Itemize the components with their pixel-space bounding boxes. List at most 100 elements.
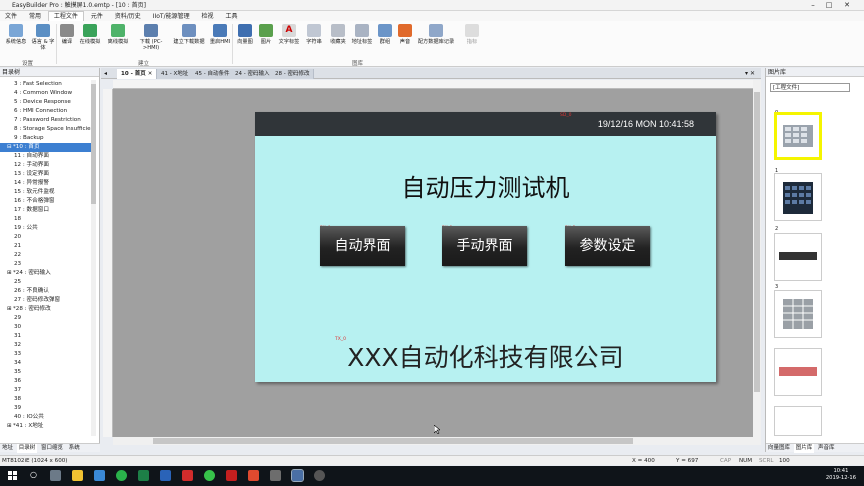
tree-item[interactable]: 18 <box>0 215 92 224</box>
tree-item[interactable]: 33 <box>0 350 92 359</box>
picture-thumb-dark-bar[interactable] <box>774 233 822 281</box>
tree-item[interactable]: 35 <box>0 368 92 377</box>
minimize-button[interactable]: – <box>806 0 820 11</box>
doc-tab-password-input[interactable]: 24 - 密码输入 <box>231 69 275 79</box>
compile-button[interactable]: 编译 <box>55 24 79 45</box>
tree-item[interactable]: 40 : IO公共 <box>0 413 92 422</box>
tree-scrollbar[interactable] <box>91 80 96 436</box>
zoom-level[interactable]: 100 <box>779 456 790 466</box>
tree-item[interactable]: 38 <box>0 395 92 404</box>
tree-item[interactable]: 26 : 不良确认 <box>0 287 92 296</box>
windows-start-icon[interactable] <box>8 471 18 481</box>
tree-scroll-thumb[interactable] <box>91 84 96 204</box>
favorites-button[interactable]: 收藏夹 <box>326 24 350 45</box>
tree-item[interactable]: 34 <box>0 359 92 368</box>
pointer-button[interactable]: 指标 <box>460 24 484 45</box>
tree-item[interactable]: 14 : 异常报警 <box>0 179 92 188</box>
tree-item[interactable]: 37 <box>0 386 92 395</box>
tree-item[interactable]: 16 : 不合格弹窗 <box>0 197 92 206</box>
build-download-button[interactable]: 建立下载数据 <box>170 24 208 45</box>
excel-icon[interactable] <box>138 470 149 481</box>
restart-hmi-button[interactable]: 重启HMI <box>208 24 232 45</box>
tab-sound-library[interactable]: 声音库 <box>816 444 837 453</box>
tree-item[interactable]: 29 <box>0 314 92 323</box>
hscroll-thumb[interactable] <box>153 438 633 444</box>
hmi-clock[interactable]: 19/12/16 MON 10:41:58 <box>598 119 694 129</box>
tree-item[interactable]: 7 : Password Restriction <box>0 116 92 125</box>
picture-thumb-grid[interactable] <box>774 290 822 338</box>
tab-prev-icon[interactable]: ◂ <box>104 68 107 79</box>
tree-item[interactable]: 11 : 自动界面 <box>0 152 92 161</box>
tab-system[interactable]: 系统 <box>67 444 82 453</box>
sound-button[interactable]: 声音 <box>395 24 415 45</box>
tree-item[interactable]: 27 : 密码修改弹窗 <box>0 296 92 305</box>
tree-item[interactable]: 36 <box>0 377 92 386</box>
manual-screen-button[interactable]: 手动界面 <box>442 226 527 266</box>
picture-thumb-dark-keypad[interactable] <box>774 173 822 221</box>
tree-item[interactable]: 23 <box>0 260 92 269</box>
tree-item[interactable]: 21 <box>0 242 92 251</box>
picture-thumb-keypad[interactable] <box>774 112 822 160</box>
address-tag-button[interactable]: 地址标签 <box>350 24 374 45</box>
tab-window-thumbs[interactable]: 窗口缩览 <box>39 444 65 453</box>
text-label-button[interactable]: A 文字标签 <box>277 24 301 45</box>
search-icon[interactable]: ○ <box>30 470 37 479</box>
tab-picture-library[interactable]: 图片库 <box>793 444 815 453</box>
tree-item[interactable]: 4 : Common Window <box>0 89 92 98</box>
tree-item[interactable]: 30 <box>0 323 92 332</box>
tree-item[interactable]: 6 : HMI Connection <box>0 107 92 116</box>
tab-address[interactable]: 地址 <box>0 444 15 453</box>
tree-item[interactable]: ⊟*10 : 首页 <box>0 143 92 152</box>
vscroll-thumb[interactable] <box>754 92 760 392</box>
tree-item[interactable]: 19 : 公共 <box>0 224 92 233</box>
tree-item[interactable]: 15 : 软元件监视 <box>0 188 92 197</box>
tree-item[interactable]: 25 <box>0 278 92 287</box>
canvas-horizontal-scrollbar[interactable] <box>113 437 761 445</box>
task-view-icon[interactable] <box>50 470 61 481</box>
tree-item[interactable]: 17 : 数据窗口 <box>0 206 92 215</box>
doc-tab-x-address[interactable]: 41 - X地址 <box>157 69 194 79</box>
easybuilder-icon[interactable] <box>291 469 304 482</box>
app-icon[interactable] <box>314 470 325 481</box>
tab-vector-library[interactable]: 向量图库 <box>766 444 792 453</box>
string-table-button[interactable]: 字符串 <box>302 24 326 45</box>
maximize-button[interactable]: □ <box>822 0 836 11</box>
system-clock[interactable]: 10:41 2019-12-16 <box>826 468 856 482</box>
tree-item[interactable]: 32 <box>0 341 92 350</box>
tab-tree[interactable]: 目录树 <box>16 444 38 453</box>
tree-item[interactable]: ⊞*41 : X地址 <box>0 422 92 431</box>
doc-tab-password-change[interactable]: 28 - 密码修改 <box>271 69 315 79</box>
close-icon[interactable]: ✕ <box>148 71 153 77</box>
download-button[interactable]: 下载 (PC->HMI) <box>137 24 165 51</box>
app-icon[interactable] <box>248 470 259 481</box>
tree-item[interactable]: ⊞*28 : 密码修改 <box>0 305 92 314</box>
tree-item[interactable]: 5 : Device Response <box>0 98 92 107</box>
language-font-button[interactable]: 语言 & 字体 <box>31 24 55 51</box>
canvas-vertical-scrollbar[interactable] <box>753 80 761 437</box>
app-icon[interactable] <box>182 470 193 481</box>
offline-sim-button[interactable]: 离线模拟 <box>106 24 130 45</box>
auto-screen-button[interactable]: 自动界面 <box>320 226 405 266</box>
close-button[interactable]: ✕ <box>840 0 854 11</box>
tree-item[interactable]: 39 <box>0 404 92 413</box>
tree-item[interactable]: 3 : Fast Selection <box>0 80 92 89</box>
browser-icon[interactable] <box>116 470 127 481</box>
doc-tab-auto-condition[interactable]: 45 - 自动条件 <box>191 69 235 79</box>
hmi-title[interactable]: 自动压力测试机 <box>255 168 716 203</box>
picture-thumb-red-bar[interactable] <box>774 348 822 396</box>
library-select[interactable]: [工程文件] <box>770 83 850 92</box>
doc-tab-home[interactable]: 10 - 首页 ✕ <box>117 69 158 79</box>
parameter-button[interactable]: 参数设定 <box>565 226 650 266</box>
group-button[interactable]: 群组 <box>375 24 395 45</box>
recipe-db-button[interactable]: 配方数据库记录 <box>416 24 456 45</box>
tree-item[interactable]: 31 <box>0 332 92 341</box>
picture-button[interactable]: 图片 <box>254 24 278 45</box>
tree-item[interactable]: ⊞*24 : 密码输入 <box>0 269 92 278</box>
wechat-icon[interactable] <box>204 470 215 481</box>
tab-list-icon[interactable]: ▾ ✕ <box>745 68 755 79</box>
mail-icon[interactable] <box>94 470 105 481</box>
tree-item[interactable]: 20 <box>0 233 92 242</box>
picture-thumb-partial[interactable] <box>774 406 822 436</box>
calculator-icon[interactable] <box>270 470 281 481</box>
tree-item[interactable]: 12 : 手动界面 <box>0 161 92 170</box>
